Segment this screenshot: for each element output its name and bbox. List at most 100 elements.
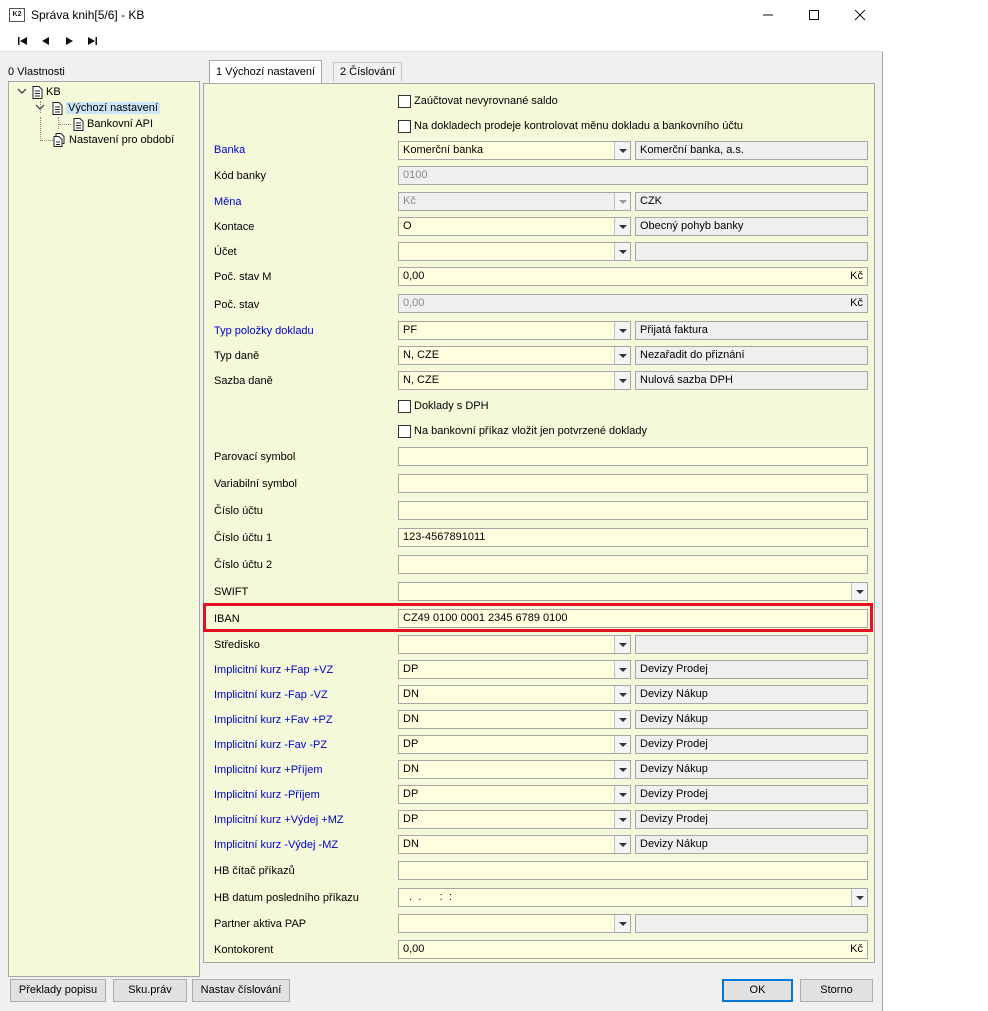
expand-chevron-icon[interactable]: [35, 102, 45, 114]
select-value: DP: [403, 788, 419, 800]
kurz-vydej-mz-select[interactable]: DP: [398, 810, 631, 829]
select-value: DP: [403, 663, 419, 675]
tree-node-nastaveni-pro-obdobi[interactable]: Nastavení pro období: [53, 132, 174, 148]
dropdown-arrow-icon[interactable]: [614, 686, 630, 703]
cislo-uctu-1-input[interactable]: 123-4567891011: [398, 528, 868, 547]
minimize-button[interactable]: [745, 0, 791, 30]
checkbox-kontrolovat-menu[interactable]: Na dokladech prodeje kontrolovat měnu do…: [398, 119, 743, 133]
dropdown-arrow-icon[interactable]: [614, 372, 630, 389]
typ-polozky-select[interactable]: PF: [398, 321, 631, 340]
dropdown-arrow-icon[interactable]: [614, 915, 630, 932]
kurz-prijem-select[interactable]: DN: [398, 760, 631, 779]
checkbox-box[interactable]: [398, 424, 411, 438]
dropdown-arrow-icon[interactable]: [614, 761, 630, 778]
kontokorent-input[interactable]: 0,00 Kč: [398, 940, 868, 959]
stredisko-select[interactable]: [398, 635, 631, 654]
hb-datum-picker[interactable]: . . : :: [398, 888, 868, 907]
kurz-fap-vz-minus-select[interactable]: DN: [398, 685, 631, 704]
last-record-icon: [88, 37, 97, 45]
checkbox-doklady-s-dph[interactable]: Doklady s DPH: [398, 399, 489, 413]
maximize-button[interactable]: [791, 0, 837, 30]
tree-node-kb[interactable]: KB: [32, 84, 61, 100]
document-icon: [52, 101, 63, 115]
next-record-button[interactable]: [62, 35, 78, 47]
ok-button[interactable]: OK: [722, 979, 793, 1002]
dropdown-arrow-icon[interactable]: [614, 711, 630, 728]
dropdown-arrow-icon[interactable]: [614, 661, 630, 678]
kurz-prijem-minus-select[interactable]: DP: [398, 785, 631, 804]
hb-citac-input[interactable]: [398, 861, 868, 880]
prev-record-button[interactable]: [39, 35, 55, 47]
dropdown-arrow-icon[interactable]: [614, 243, 630, 260]
ucet-select[interactable]: [398, 242, 631, 261]
dropdown-arrow-icon[interactable]: [614, 736, 630, 753]
checkbox-zauctovat-saldo[interactable]: Zaúčtovat nevyrovnané saldo: [398, 94, 558, 108]
dropdown-arrow-icon[interactable]: [851, 583, 867, 600]
checkbox-box[interactable]: [398, 119, 411, 133]
window: K2 Správa knih[5/6] - KB 0 Vlastnosti KB…: [0, 0, 883, 1011]
label-kurz-vydej-mz-minus[interactable]: Implicitní kurz -Výdej -MZ: [214, 838, 338, 852]
typ-polozky-description: Přijatá faktura: [635, 321, 868, 340]
nastav-cislovani-button[interactable]: Nastav číslování: [192, 979, 290, 1002]
dropdown-arrow-icon[interactable]: [614, 836, 630, 853]
checkbox-label: Na bankovní příkaz vložit jen potvrzené …: [414, 425, 647, 438]
dropdown-arrow-icon[interactable]: [614, 786, 630, 803]
checkbox-potvrzene-doklady[interactable]: Na bankovní příkaz vložit jen potvrzené …: [398, 424, 647, 438]
currency-unit: Kč: [850, 943, 863, 955]
label-mena[interactable]: Měna: [214, 195, 242, 209]
label-kurz-fap-vz[interactable]: Implicitní kurz +Fap +VZ: [214, 663, 333, 677]
dropdown-arrow-icon[interactable]: [614, 218, 630, 235]
sku-prav-button[interactable]: Sku.práv: [113, 979, 187, 1002]
label-kod-banky: Kód banky: [214, 170, 266, 182]
kurz-fap-vz-select[interactable]: DP: [398, 660, 631, 679]
app-icon: K2: [9, 8, 25, 22]
checkbox-label: Na dokladech prodeje kontrolovat měnu do…: [414, 120, 744, 133]
dropdown-arrow-icon[interactable]: [614, 142, 630, 159]
kurz-vydej-mz-minus-select[interactable]: DN: [398, 835, 631, 854]
parovaci-symbol-input[interactable]: [398, 447, 868, 466]
input-value: 0,00: [403, 270, 425, 282]
sazba-dane-select[interactable]: N, CZE: [398, 371, 631, 390]
label-kurz-prijem-minus[interactable]: Implicitní kurz -Příjem: [214, 788, 320, 802]
dropdown-arrow-icon[interactable]: [851, 889, 867, 906]
kurz-fav-pz-minus-select[interactable]: DP: [398, 735, 631, 754]
preklady-popisu-button[interactable]: Překlady popisu: [10, 979, 106, 1002]
cislo-uctu-2-input[interactable]: [398, 555, 868, 574]
last-record-button[interactable]: [85, 35, 101, 47]
kurz-fav-pz-select[interactable]: DN: [398, 710, 631, 729]
close-button[interactable]: [837, 0, 883, 30]
label-kurz-prijem[interactable]: Implicitní kurz +Příjem: [214, 763, 323, 777]
first-record-button[interactable]: [16, 35, 32, 47]
tree-node-vychozi-nastaveni[interactable]: Výchozí nastavení: [52, 100, 160, 116]
tab-vychozi-nastaveni[interactable]: 1 Výchozí nastavení: [209, 60, 323, 84]
label-kurz-fav-pz[interactable]: Implicitní kurz +Fav +PZ: [214, 713, 333, 727]
label-banka[interactable]: Banka: [214, 143, 245, 157]
tree-node-label: Nastavení pro období: [69, 134, 175, 146]
storno-button[interactable]: Storno: [800, 979, 873, 1002]
tab-cislovani[interactable]: 2 Číslování: [333, 62, 403, 82]
dropdown-arrow-icon[interactable]: [614, 347, 630, 364]
label-kurz-fav-pz-minus[interactable]: Implicitní kurz -Fav -PZ: [214, 738, 327, 752]
banka-select[interactable]: Komerční banka: [398, 141, 631, 160]
poc-stav-m-input[interactable]: 0,00 Kč: [398, 267, 868, 286]
label-kurz-fap-vz-minus[interactable]: Implicitní kurz -Fap -VZ: [214, 688, 328, 702]
cislo-uctu-input[interactable]: [398, 501, 868, 520]
tree-line: [59, 124, 71, 125]
variabilni-symbol-input[interactable]: [398, 474, 868, 493]
swift-select[interactable]: [398, 582, 868, 601]
expand-chevron-icon[interactable]: [17, 86, 27, 98]
tree-line: [41, 140, 53, 141]
checkbox-box[interactable]: [398, 94, 411, 108]
typ-dane-select[interactable]: N, CZE: [398, 346, 631, 365]
checkbox-box[interactable]: [398, 399, 411, 413]
kod-banky-field: 0100: [398, 166, 868, 185]
label-kurz-vydej-mz[interactable]: Implicitní kurz +Výdej +MZ: [214, 813, 344, 827]
dropdown-arrow-icon[interactable]: [614, 322, 630, 339]
partner-pap-select[interactable]: [398, 914, 631, 933]
checkbox-label: Doklady s DPH: [414, 400, 489, 413]
dropdown-arrow-icon[interactable]: [614, 811, 630, 828]
tree-node-bankovni-api[interactable]: Bankovní API: [73, 116, 153, 132]
dropdown-arrow-icon[interactable]: [614, 636, 630, 653]
label-typ-polozky[interactable]: Typ položky dokladu: [214, 324, 314, 338]
kontace-select[interactable]: O: [398, 217, 631, 236]
